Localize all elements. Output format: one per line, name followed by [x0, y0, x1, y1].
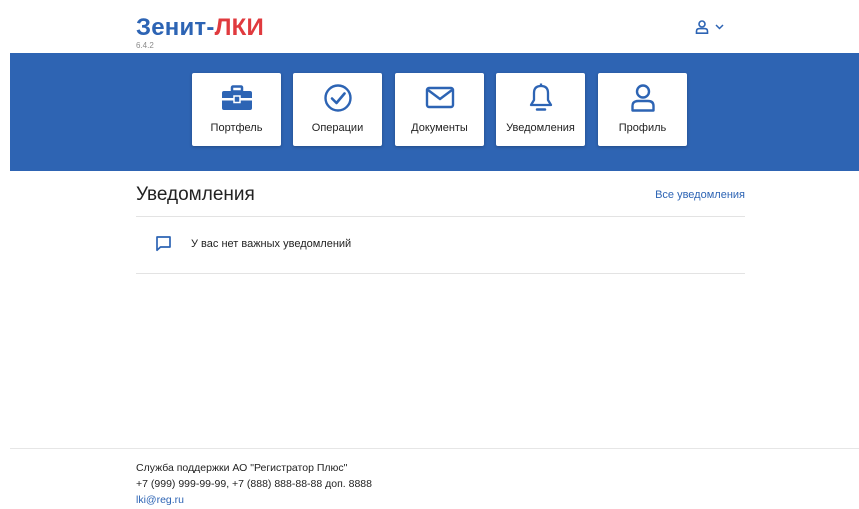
nav-tile-documents[interactable]: Документы	[395, 73, 484, 146]
nav-tile-label: Операции	[311, 122, 364, 134]
footer-divider	[10, 448, 859, 449]
section-divider	[136, 273, 745, 274]
user-icon	[630, 84, 655, 112]
app-logo[interactable]: Зенит-ЛКИ	[136, 14, 264, 42]
footer: Служба поддержки АО "Регистратор Плюс" +…	[136, 460, 372, 508]
logo-product: ЛКИ	[214, 14, 264, 41]
logo-brand: Зенит-	[136, 14, 215, 41]
empty-notifications-message: У вас нет важных уведомлений	[191, 238, 352, 250]
footer-email-link[interactable]: lki@reg.ru	[136, 492, 372, 508]
nav-tile-label: Уведомления	[506, 122, 575, 134]
all-notifications-link[interactable]: Все уведомления	[655, 189, 745, 201]
chat-icon	[156, 236, 171, 252]
nav-tile-label: Документы	[411, 122, 468, 134]
envelope-icon	[425, 86, 454, 109]
user-menu-button[interactable]	[695, 20, 724, 34]
footer-support: Служба поддержки АО "Регистратор Плюс"	[136, 462, 348, 474]
nav-banner: Портфель Операции Документы Уведомления …	[10, 53, 859, 171]
app-version: 6.4.2	[136, 41, 154, 50]
section-divider	[136, 216, 745, 217]
user-icon	[695, 20, 709, 34]
nav-tile-label: Профиль	[618, 122, 667, 134]
bell-icon	[529, 83, 552, 111]
nav-tile-portfolio[interactable]: Портфель	[192, 73, 281, 146]
nav-tile-notifications[interactable]: Уведомления	[496, 73, 585, 146]
briefcase-icon	[221, 85, 252, 110]
notifications-title: Уведомления	[136, 184, 255, 205]
chevron-down-icon	[715, 24, 724, 30]
top-header: Зенит-ЛКИ 6.4.2	[0, 0, 859, 53]
nav-tile-label: Портфель	[210, 122, 263, 134]
check-circle-icon	[323, 84, 352, 112]
footer-phones: +7 (999) 999-99-99, +7 (888) 888-88-88 д…	[136, 478, 372, 490]
nav-tile-operations[interactable]: Операции	[293, 73, 382, 146]
nav-tile-profile[interactable]: Профиль	[598, 73, 687, 146]
